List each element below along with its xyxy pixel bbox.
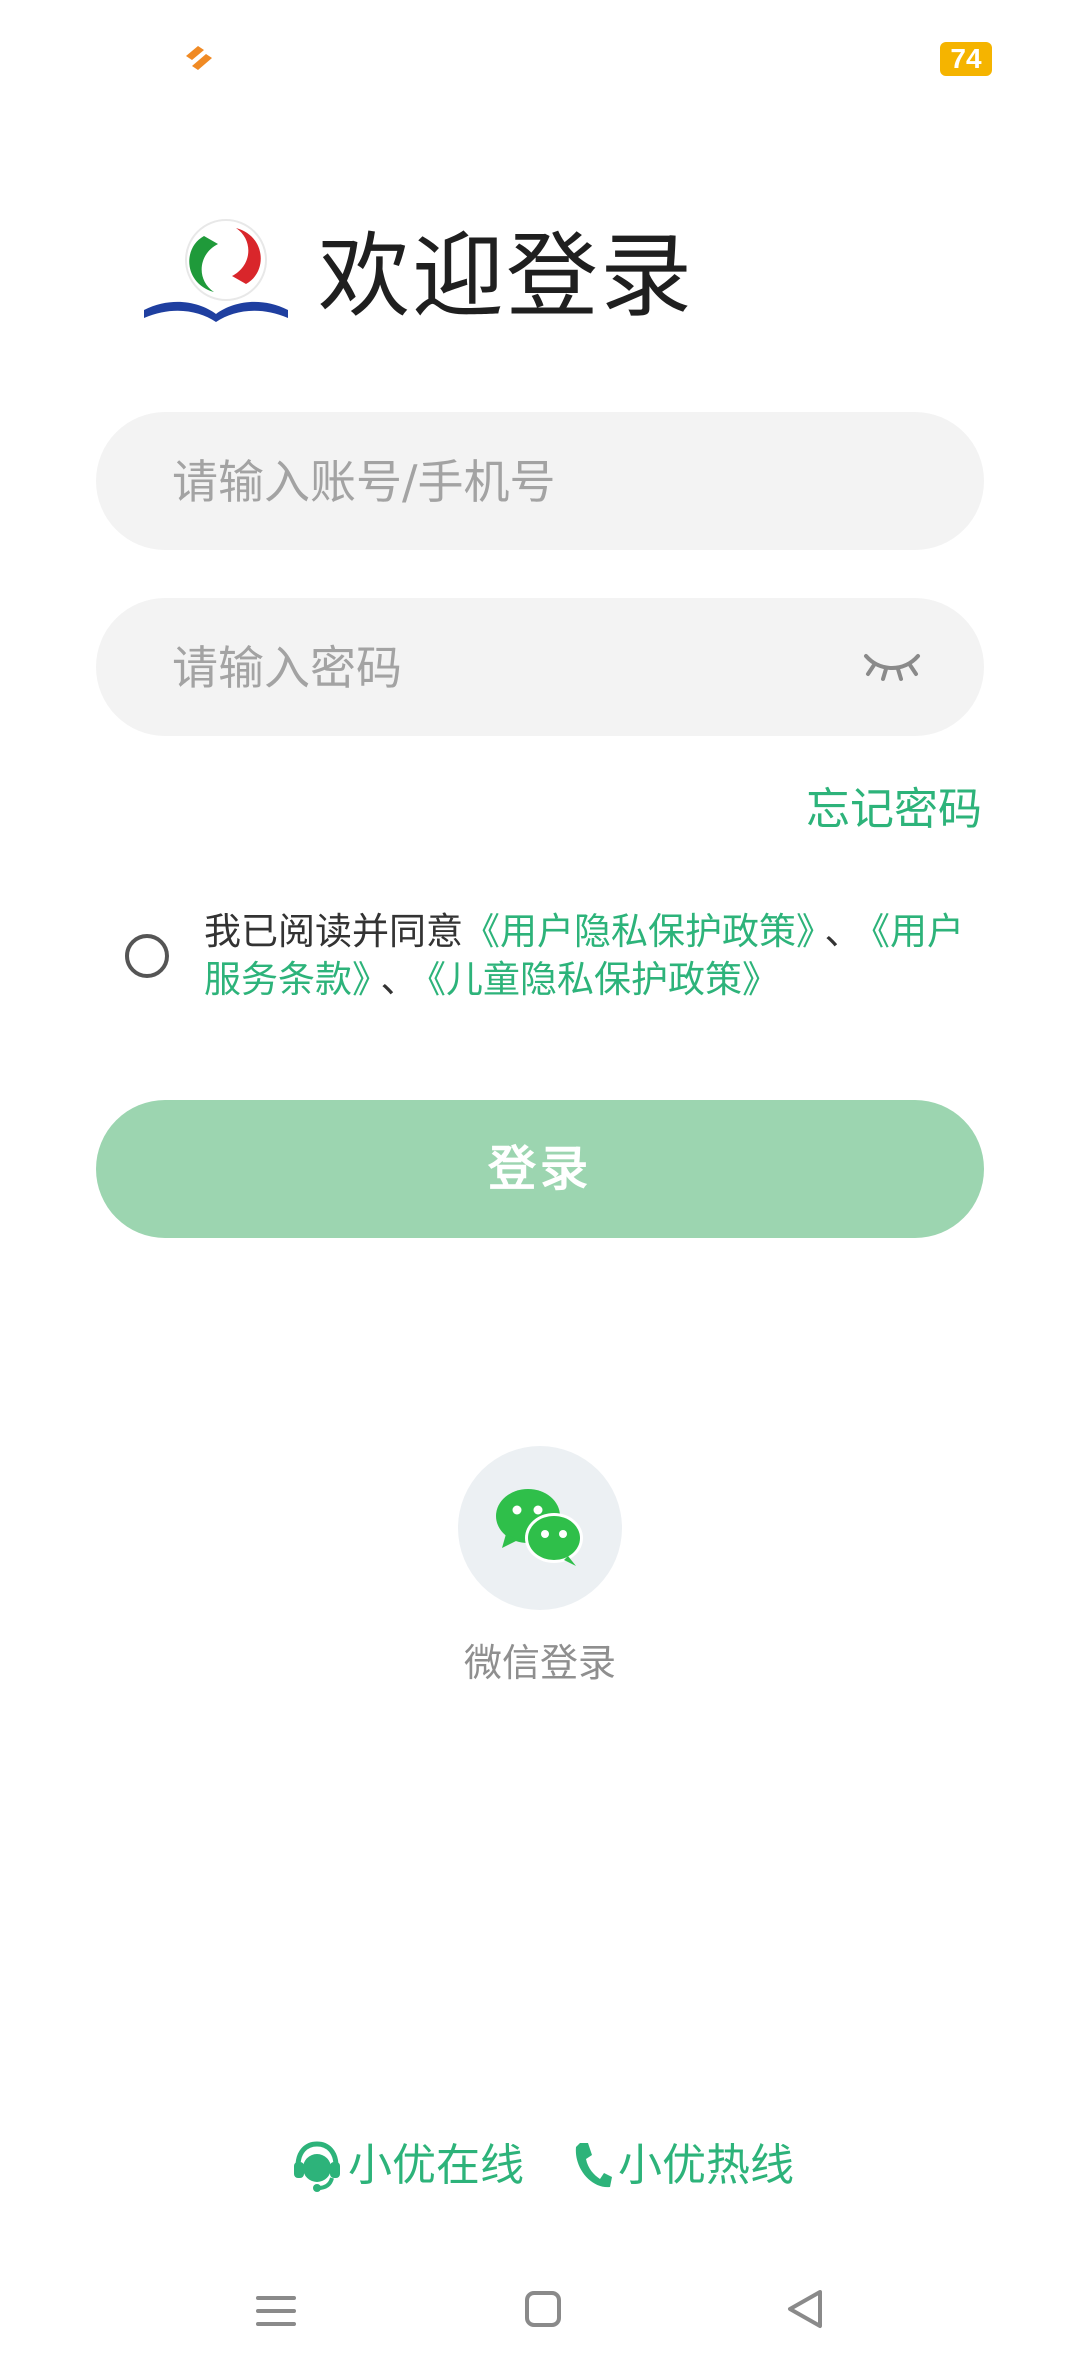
battery-indicator: 74 [940,42,992,76]
wechat-login-label: 微信登录 [463,1641,616,1685]
agreement-prefix: 我已阅读并同意 [204,910,463,953]
app-logo-icon [142,218,290,324]
hotline-label: 小优热线 [618,2140,794,2191]
eye-closed-icon[interactable] [860,646,924,686]
back-triangle-icon[interactable] [786,2288,824,2330]
home-square-icon[interactable] [524,2290,562,2328]
password-field[interactable] [96,598,984,738]
phone-icon [575,2143,612,2188]
page-title: 欢迎登录 [318,223,695,330]
account-field[interactable] [96,412,984,552]
agreement-separator: 、 [380,958,418,1001]
agreement-separator: 、 [824,910,862,953]
children-policy-link[interactable]: 《儿童隐私保护政策》 [428,958,780,1001]
customer-service-icon [294,2141,340,2192]
forgot-password-link[interactable]: 忘记密码 [806,782,982,838]
online-support-label: 小优在线 [348,2140,524,2191]
hotline-button[interactable]: 小优热线 [572,2136,794,2196]
app-notification-icon [182,42,218,74]
wechat-login-button[interactable] [458,1446,622,1610]
menu-icon[interactable] [254,2294,298,2328]
agreement-checkbox[interactable] [125,934,169,978]
login-button[interactable]: 登录 [96,1100,984,1238]
account-input[interactable] [170,412,874,552]
privacy-policy-link[interactable]: 《用户隐私保护政策》 [463,910,815,953]
agreement-text: 我已阅读并同意《用户隐私保护政策》、《用户服务条款》、《儿童隐私保护政策》 [204,908,984,1004]
wechat-icon [496,1489,583,1566]
online-support-button[interactable]: 小优在线 [292,2136,524,2196]
password-input[interactable] [170,598,874,738]
